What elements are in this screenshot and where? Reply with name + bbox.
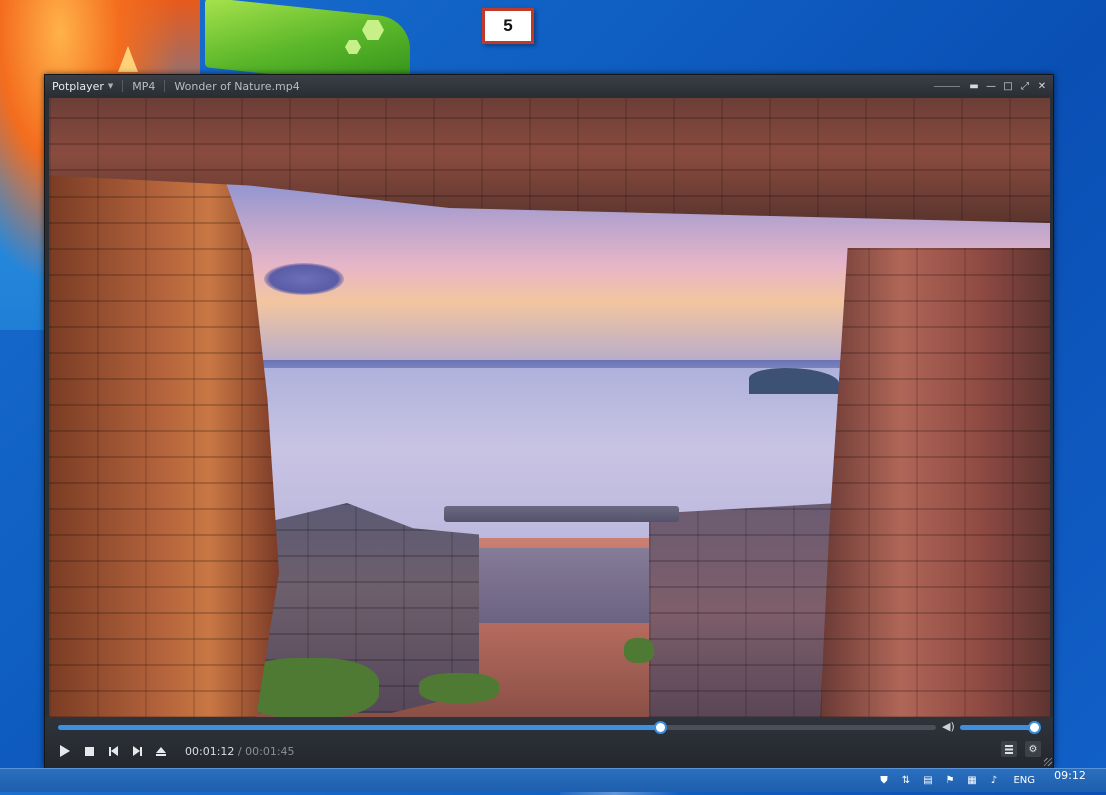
next-icon <box>132 746 142 756</box>
volume-icon[interactable]: ◀) <box>942 720 956 734</box>
video-right-ruin <box>649 503 839 717</box>
speaker-icon[interactable]: ♪ <box>987 774 1000 787</box>
seek-handle[interactable] <box>654 721 668 734</box>
control-bar: ◀) 00:01:12 / 00:01:45 ⚙ <box>45 717 1053 768</box>
caret-down-icon: ▼ <box>107 82 114 90</box>
title-separator <box>164 80 166 92</box>
next-button[interactable] <box>129 743 145 759</box>
settings-button[interactable]: ⚙ <box>1025 741 1041 757</box>
close-icon[interactable]: ✕ <box>1037 80 1047 92</box>
potplayer-window[interactable]: Potplayer ▼ MP4 Wonder of Nature.mp4 ▬ —… <box>44 74 1054 768</box>
window-controls: ▬ — □ ⤢ ✕ <box>934 75 1047 97</box>
wallpaper-tree-icon <box>118 46 138 72</box>
stop-icon <box>84 746 94 756</box>
video-back-wall <box>479 548 654 623</box>
playlist-button[interactable] <box>1001 741 1017 757</box>
previous-icon <box>108 746 118 756</box>
current-time: 00:01:12 <box>185 744 235 758</box>
language-indicator[interactable]: ENG <box>1013 775 1035 786</box>
main-menu-button[interactable]: Potplayer ▼ <box>45 80 113 93</box>
title-separator <box>122 80 124 92</box>
volume-level <box>960 725 1035 730</box>
volume-bar[interactable] <box>960 721 1042 734</box>
security-icon[interactable]: ⛊ <box>877 774 890 787</box>
network-icon[interactable]: ▦ <box>965 774 978 787</box>
maximize-icon[interactable]: □ <box>1003 80 1013 92</box>
video-grass <box>624 638 654 663</box>
step-number-badge: 5 <box>482 8 534 44</box>
file-name-label: Wonder of Nature.mp4 <box>174 79 300 93</box>
network-sharing-icon[interactable]: ⇅ <box>899 774 912 787</box>
right-controls: ⚙ <box>1001 741 1041 757</box>
minimize-icon[interactable]: — <box>986 80 996 92</box>
play-icon <box>60 745 70 757</box>
action-center-flag-icon[interactable]: ⚑ <box>943 774 956 787</box>
fullscreen-icon[interactable]: ⤢ <box>1020 80 1030 92</box>
resize-grip-icon[interactable] <box>1044 758 1052 766</box>
eject-icon <box>156 746 166 756</box>
seek-bar[interactable] <box>58 721 936 734</box>
video-cloud <box>264 263 344 295</box>
system-tray: ⛊ ⇅ ▤ ⚑ ▦ ♪ ENG 09:12 <box>877 769 1106 792</box>
taskbar: ⛊ ⇅ ▤ ⚑ ▦ ♪ ENG 09:12 <box>0 768 1106 792</box>
brand-label: Potplayer <box>52 79 104 93</box>
play-button[interactable] <box>57 743 73 759</box>
video-right-wall <box>820 248 1050 717</box>
format-label: MP4 <box>132 79 156 93</box>
eject-button[interactable] <box>153 743 169 759</box>
clock[interactable]: 09:12 <box>1044 769 1096 782</box>
video-area[interactable] <box>49 98 1050 717</box>
video-ruin-lintel <box>444 506 679 522</box>
video-grass <box>419 673 499 703</box>
pin-icon[interactable]: ▬ <box>969 80 979 92</box>
pin-line <box>934 85 960 87</box>
total-time: 00:01:45 <box>245 744 295 758</box>
printer-icon[interactable]: ▤ <box>921 774 934 787</box>
time-separator: / <box>237 744 242 758</box>
playback-buttons: 00:01:12 / 00:01:45 <box>57 741 295 761</box>
seek-progress <box>58 725 661 730</box>
gear-icon: ⚙ <box>1028 743 1038 755</box>
previous-button[interactable] <box>105 743 121 759</box>
playlist-icon <box>1005 744 1013 754</box>
time-display: 00:01:12 / 00:01:45 <box>185 745 295 758</box>
stop-button[interactable] <box>81 743 97 759</box>
volume-handle[interactable] <box>1028 721 1042 734</box>
title-bar[interactable]: Potplayer ▼ MP4 Wonder of Nature.mp4 ▬ —… <box>45 75 1053 97</box>
